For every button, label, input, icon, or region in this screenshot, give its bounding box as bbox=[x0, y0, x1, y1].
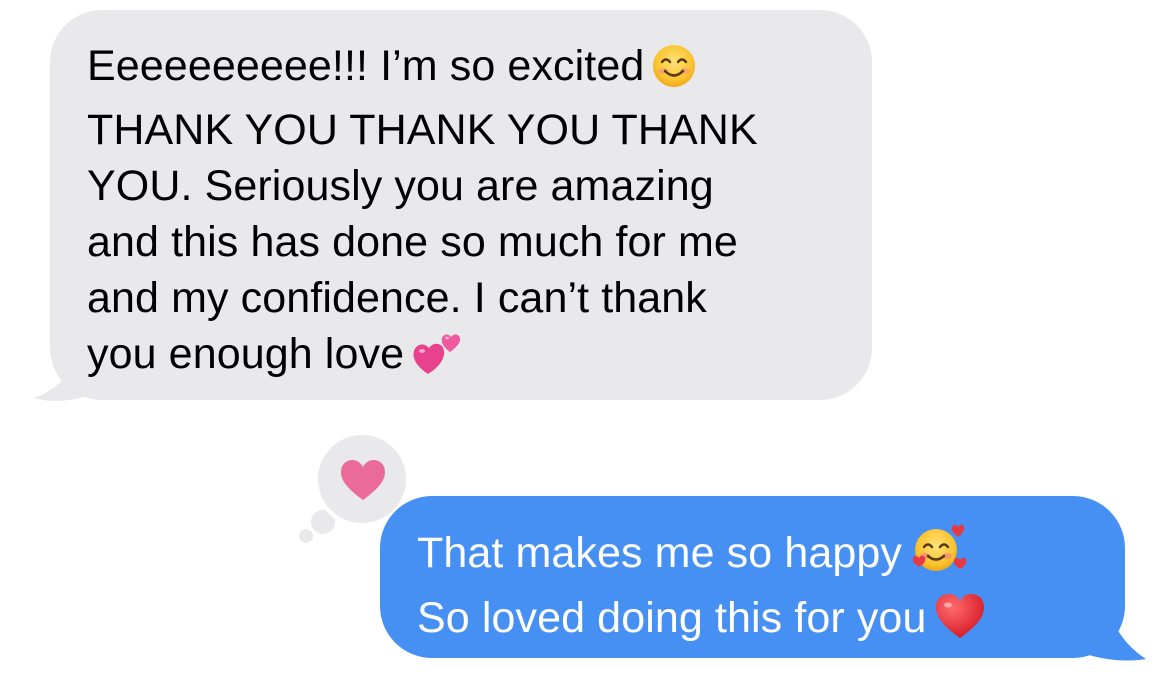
incoming-line-6: you enough love bbox=[87, 330, 405, 378]
message-thread: Eeeeeeeeee!!! I’m so excited THANK YOU T… bbox=[0, 0, 1170, 679]
incoming-line-1: Eeeeeeeeee!!! I’m so excited bbox=[87, 42, 645, 90]
outgoing-message-text: That makes me so happy So loved doing th… bbox=[417, 523, 1117, 655]
two-hearts-emoji bbox=[412, 330, 464, 390]
incoming-line-4: and this has done so much for me bbox=[87, 218, 738, 266]
incoming-message-text: Eeeeeeeeee!!! I’m so excited THANK YOU T… bbox=[87, 38, 867, 390]
smiling-face-emoji bbox=[652, 44, 696, 102]
outgoing-message[interactable]: That makes me so happy So loved doing th… bbox=[380, 496, 1150, 666]
outgoing-line-1: That makes me so happy bbox=[417, 529, 902, 577]
incoming-message[interactable]: Eeeeeeeeee!!! I’m so excited THANK YOU T… bbox=[30, 10, 875, 405]
red-heart-emoji bbox=[934, 592, 986, 655]
tapback-small-dot bbox=[299, 529, 313, 543]
incoming-line-3: YOU. Seriously you are amazing bbox=[87, 162, 714, 210]
heart-icon bbox=[341, 460, 385, 500]
incoming-line-2: THANK YOU THANK YOU THANK bbox=[87, 106, 758, 154]
smiling-face-with-hearts-emoji bbox=[910, 523, 970, 590]
outgoing-line-2: So loved doing this for you bbox=[417, 594, 927, 642]
incoming-line-5: and my confidence. I can’t thank bbox=[87, 274, 707, 322]
